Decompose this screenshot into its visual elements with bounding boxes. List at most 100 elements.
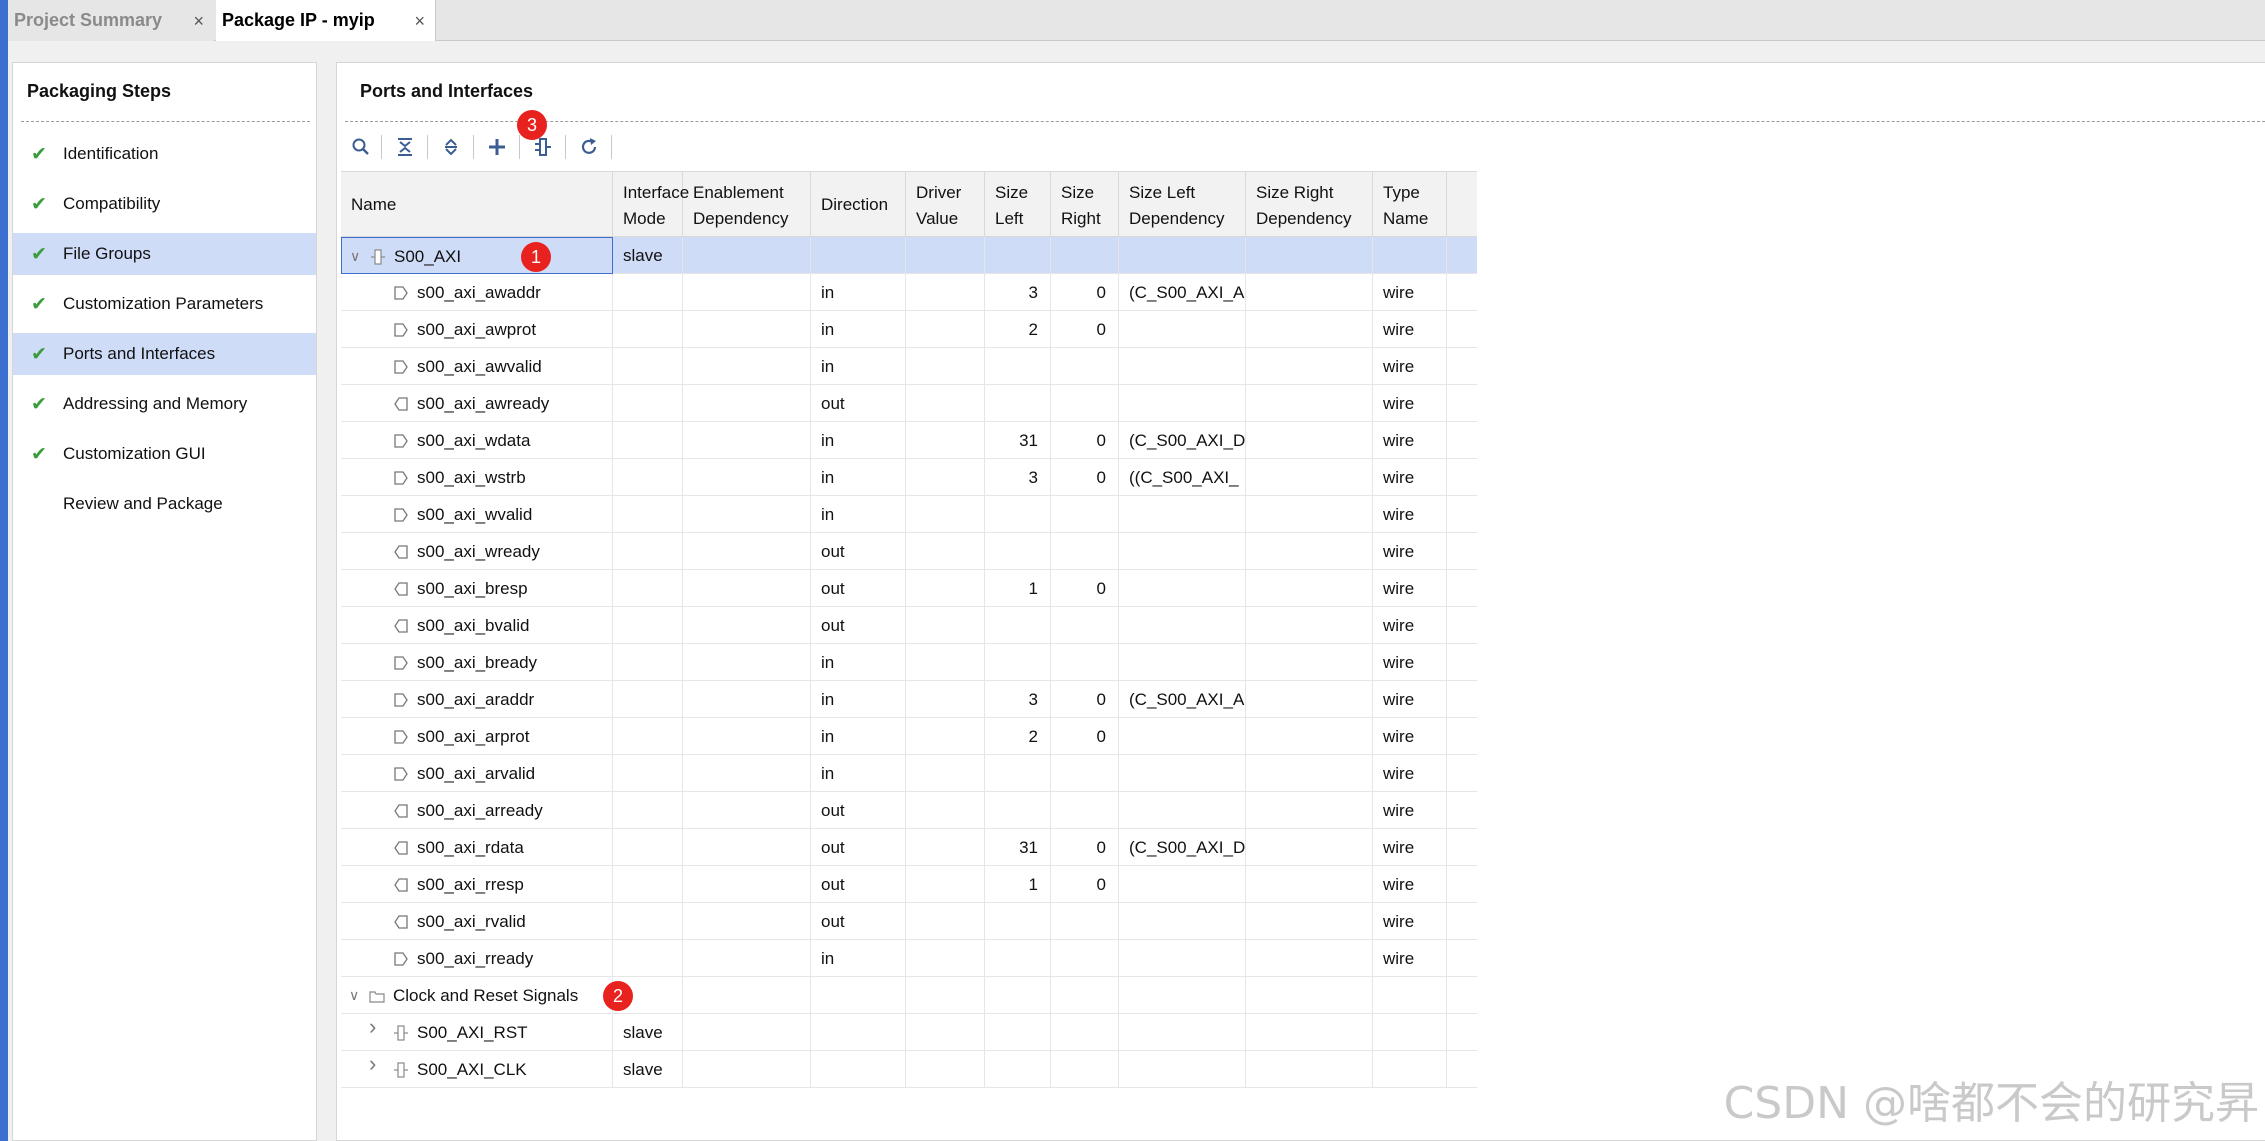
header-size-right[interactable]: Size Right — [1051, 172, 1119, 238]
interface-row[interactable]: › S00_AXI_CLK slave — [341, 1051, 1477, 1088]
cell-name[interactable]: s00_axi_wready — [341, 533, 613, 570]
collapse-all-icon[interactable] — [389, 131, 421, 163]
cell-type-name: wire — [1373, 866, 1447, 903]
port-row[interactable]: s00_axi_arprot in 2 0 wire — [341, 718, 1477, 755]
port-row[interactable]: s00_axi_rdata out 31 0 (C_S00_AXI_D wire — [341, 829, 1477, 866]
chevron-down-icon[interactable]: ∨ — [350, 249, 364, 263]
cell-name[interactable]: s00_axi_arready — [341, 792, 613, 829]
cell-name[interactable]: ∨ Clock and Reset Signals — [341, 977, 613, 1014]
port-row[interactable]: s00_axi_wstrb in 3 0 ((C_S00_AXI_ wire — [341, 459, 1477, 496]
cell-name[interactable]: s00_axi_awprot — [341, 311, 613, 348]
cell-name[interactable]: ∨ S00_AXI — [341, 237, 613, 274]
port-row[interactable]: s00_axi_awprot in 2 0 wire — [341, 311, 1477, 348]
step-item[interactable]: ✔ Customization Parameters — [13, 283, 316, 325]
step-item[interactable]: Review and Package — [13, 483, 316, 525]
cell-direction: in — [811, 311, 906, 348]
cell-size-left — [985, 607, 1051, 644]
input-port-icon — [393, 507, 409, 523]
toolbar-separator — [565, 135, 566, 159]
header-size-right-dependency[interactable]: Size Right Dependency — [1246, 172, 1373, 238]
step-item[interactable]: ✔ File Groups — [13, 233, 316, 275]
cell-name[interactable]: s00_axi_rready — [341, 940, 613, 977]
row-name: s00_axi_bresp — [417, 579, 528, 598]
port-row[interactable]: s00_axi_rresp out 1 0 wire — [341, 866, 1477, 903]
cell-driver-value — [906, 644, 985, 681]
close-icon[interactable]: × — [193, 11, 204, 32]
chevron-right-icon[interactable]: › — [369, 1053, 383, 1075]
port-row[interactable]: s00_axi_arvalid in wire — [341, 755, 1477, 792]
cell-direction: out — [811, 533, 906, 570]
port-row[interactable]: s00_axi_awvalid in wire — [341, 348, 1477, 385]
cell-name[interactable]: s00_axi_rresp — [341, 866, 613, 903]
port-row[interactable]: s00_axi_bresp out 1 0 wire — [341, 570, 1477, 607]
cell-name[interactable]: s00_axi_bresp — [341, 570, 613, 607]
interface-row[interactable]: ∨ S00_AXI slave — [341, 237, 1477, 274]
chevron-right-icon[interactable]: › — [369, 1016, 383, 1038]
header-enablement[interactable]: Enablement Dependency — [683, 172, 811, 238]
port-row[interactable]: s00_axi_wdata in 31 0 (C_S00_AXI_D wire — [341, 422, 1477, 459]
port-row[interactable]: s00_axi_arready out wire — [341, 792, 1477, 829]
port-row[interactable]: s00_axi_awaddr in 3 0 (C_S00_AXI_A wire — [341, 274, 1477, 311]
step-item[interactable]: ✔ Identification — [13, 133, 316, 175]
close-icon[interactable]: × — [414, 11, 425, 32]
cell-name[interactable]: s00_axi_araddr — [341, 681, 613, 718]
header-driver-value[interactable]: Driver Value — [906, 172, 985, 238]
step-item[interactable]: ✔ Addressing and Memory — [13, 383, 316, 425]
cell-name[interactable]: s00_axi_wdata — [341, 422, 613, 459]
cell-direction — [811, 237, 906, 274]
header-size-left[interactable]: Size Left — [985, 172, 1051, 238]
cell-name[interactable]: s00_axi_awready — [341, 385, 613, 422]
chevron-down-icon[interactable]: ∨ — [349, 988, 363, 1002]
port-row[interactable]: s00_axi_rvalid out wire — [341, 903, 1477, 940]
cell-size-right — [1051, 940, 1119, 977]
cell-name[interactable]: s00_axi_rdata — [341, 829, 613, 866]
interface-row[interactable]: ∨ Clock and Reset Signals — [341, 977, 1477, 1014]
tab-package-ip[interactable]: Package IP - myip × — [216, 0, 436, 41]
cell-size-left-dependency — [1119, 496, 1246, 533]
cell-size-left-dependency: ((C_S00_AXI_ — [1119, 459, 1246, 496]
port-row[interactable]: s00_axi_awready out wire — [341, 385, 1477, 422]
cell-name[interactable]: s00_axi_bvalid — [341, 607, 613, 644]
header-interface-mode[interactable]: Interface Mode — [613, 172, 689, 238]
checkmark-icon: ✔ — [31, 293, 47, 315]
cell-size-right-dependency — [1246, 607, 1373, 644]
cell-name[interactable]: › S00_AXI_CLK — [341, 1051, 613, 1088]
cell-size-left: 3 — [985, 274, 1051, 311]
port-row[interactable]: s00_axi_araddr in 3 0 (C_S00_AXI_A wire — [341, 681, 1477, 718]
port-row[interactable]: s00_axi_wvalid in wire — [341, 496, 1477, 533]
interface-row[interactable]: › S00_AXI_RST slave — [341, 1014, 1477, 1051]
step-item[interactable]: ✔ Ports and Interfaces — [13, 333, 316, 375]
add-icon[interactable] — [481, 131, 513, 163]
header-size-left-dependency[interactable]: Size Left Dependency — [1119, 172, 1246, 238]
cell-name[interactable]: s00_axi_arprot — [341, 718, 613, 755]
cell-size-right-dependency — [1246, 422, 1373, 459]
port-row[interactable]: s00_axi_bvalid out wire — [341, 607, 1477, 644]
cell-name[interactable]: s00_axi_bready — [341, 644, 613, 681]
search-icon[interactable] — [345, 131, 377, 163]
cell-interface-mode — [613, 459, 683, 496]
tab-project-summary[interactable]: Project Summary × — [8, 0, 214, 41]
cell-name[interactable]: s00_axi_wstrb — [341, 459, 613, 496]
step-item[interactable]: ✔ Compatibility — [13, 183, 316, 225]
step-item[interactable]: ✔ Customization GUI — [13, 433, 316, 475]
cell-type-name — [1373, 237, 1447, 274]
cell-name[interactable]: › S00_AXI_RST — [341, 1014, 613, 1051]
cell-name[interactable]: s00_axi_awaddr — [341, 274, 613, 311]
interface-icon — [370, 249, 386, 265]
cell-size-left: 1 — [985, 866, 1051, 903]
refresh-icon[interactable] — [573, 131, 605, 163]
port-row[interactable]: s00_axi_wready out wire — [341, 533, 1477, 570]
cell-name[interactable]: s00_axi_rvalid — [341, 903, 613, 940]
header-direction[interactable]: Direction — [811, 172, 906, 238]
cell-name[interactable]: s00_axi_arvalid — [341, 755, 613, 792]
header-name[interactable]: Name — [341, 172, 613, 238]
port-row[interactable]: s00_axi_bready in wire — [341, 644, 1477, 681]
cell-name[interactable]: s00_axi_wvalid — [341, 496, 613, 533]
table-body: ∨ S00_AXI slave s00_axi_awaddr in 3 0 (C_S00_AX… — [341, 237, 1477, 1088]
port-row[interactable]: s00_axi_rready in wire — [341, 940, 1477, 977]
cell-driver-value — [906, 459, 985, 496]
expand-all-icon[interactable] — [435, 131, 467, 163]
cell-type-name: wire — [1373, 459, 1447, 496]
header-type-name[interactable]: Type Name — [1373, 172, 1447, 238]
cell-name[interactable]: s00_axi_awvalid — [341, 348, 613, 385]
